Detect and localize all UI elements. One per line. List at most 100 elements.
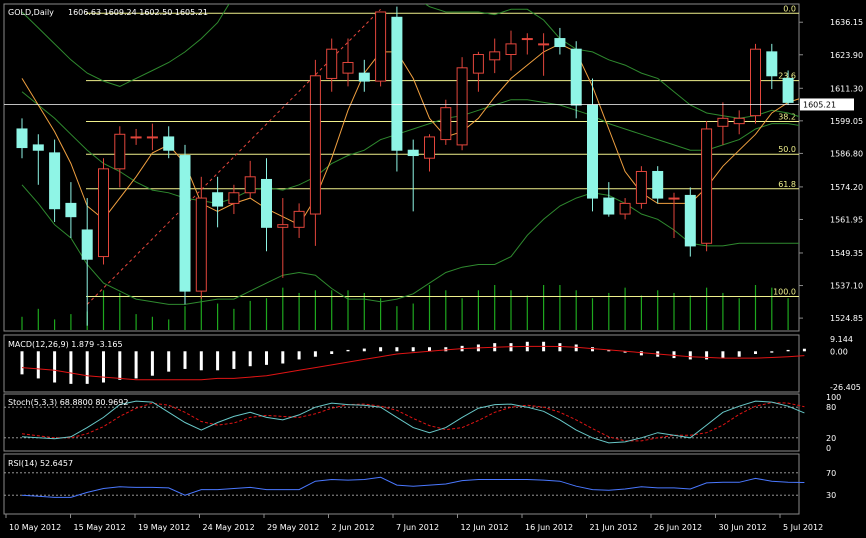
- macd-histogram-bar: [85, 351, 89, 384]
- candle-body: [16, 128, 28, 149]
- candle-body: [668, 197, 680, 200]
- candle-body: [244, 176, 256, 194]
- candle-body: [521, 38, 533, 41]
- candle-body: [326, 48, 338, 79]
- candle-body: [570, 48, 582, 106]
- current-price-label: 1605.21: [803, 100, 836, 109]
- candle-body: [456, 67, 468, 146]
- macd-histogram-bar: [248, 351, 252, 367]
- fib-level-label: 0.0: [783, 4, 796, 13]
- candle-body: [782, 77, 794, 103]
- candle-body: [114, 133, 126, 170]
- candle-body: [424, 136, 435, 159]
- candle-body: [603, 197, 615, 215]
- stoch-tick-label: 0: [826, 444, 831, 453]
- macd-tick-label: 9.144: [830, 335, 853, 344]
- stoch-signal-line: [21, 402, 805, 442]
- candle-body: [293, 210, 305, 228]
- upper-band-line: [21, 4, 799, 119]
- macd-histogram-bar: [428, 347, 431, 352]
- macd-histogram-bar: [362, 348, 366, 352]
- fib-level-label: 38.2: [778, 113, 796, 122]
- macd-pane-frame[interactable]: [3, 334, 800, 393]
- candle-body: [717, 117, 729, 127]
- price-tick-label: 1599.05: [830, 117, 863, 126]
- time-tick-label: 5 Jul 2012: [783, 523, 823, 532]
- price-tick-label: 1636.15: [830, 18, 863, 27]
- candle-body: [652, 170, 664, 199]
- fib-level-label: 100.0: [773, 287, 796, 296]
- candle-body: [49, 152, 61, 210]
- macd-histogram-bar: [134, 351, 138, 379]
- macd-histogram-bar: [216, 351, 220, 371]
- price-tick-label: 1623.90: [830, 51, 863, 60]
- macd-histogram-bar: [444, 347, 448, 352]
- stoch-tick-label: 100: [826, 393, 841, 402]
- macd-histogram-bar: [232, 351, 236, 369]
- macd-histogram-bar: [346, 349, 350, 352]
- macd-histogram-bar: [330, 351, 334, 354]
- macd-histogram-bar: [281, 351, 285, 364]
- price-tick-label: 1586.80: [830, 149, 863, 158]
- time-tick-label: 16 Jun 2012: [525, 523, 573, 532]
- macd-histogram-bar: [199, 351, 203, 371]
- candle-body: [228, 192, 240, 204]
- candle-body: [472, 54, 484, 74]
- macd-histogram-bar: [770, 351, 774, 353]
- macd-histogram-bar: [688, 351, 692, 360]
- volume-bars: [21, 285, 789, 330]
- time-tick-label: 12 Jun 2012: [461, 523, 509, 532]
- rsi-tick-label: 30: [826, 491, 836, 500]
- rsi-line: [21, 476, 805, 498]
- candle-body: [587, 104, 598, 199]
- macd-histogram-bar: [639, 351, 643, 356]
- macd-histogram-bar: [102, 351, 105, 383]
- fib-level-label: 50.0: [778, 145, 796, 154]
- macd-histogram-bar: [379, 347, 383, 352]
- time-axis: 10 May 2012 15 May 2012 19 May 2012 24 May …: [5, 514, 823, 532]
- macd-histogram-bar: [118, 351, 122, 380]
- candle-body: [130, 136, 142, 139]
- candle-body: [212, 192, 224, 207]
- candle-body: [538, 43, 550, 46]
- candle-body: [375, 11, 387, 82]
- candle-body: [733, 117, 745, 125]
- time-tick-label: 26 Jun 2012: [654, 523, 702, 532]
- time-tick-label: 19 May 2012: [138, 523, 190, 532]
- candle-body: [179, 155, 191, 292]
- macd-title: MACD(12,26,9) 1.879 -3.165: [8, 340, 123, 349]
- candle-body: [440, 107, 452, 141]
- candle-body: [146, 136, 158, 139]
- macd-histogram-bar: [558, 343, 562, 352]
- trading-chart[interactable]: 0.023.638.250.061.8100.0 1636.151623.901…: [0, 0, 866, 538]
- stoch-tick-label: 20: [826, 434, 836, 443]
- time-tick-label: 7 Jun 2012: [396, 523, 439, 532]
- candle-body: [750, 48, 761, 117]
- rsi-indicator: 70 30: [4, 469, 836, 500]
- candle-body: [32, 144, 44, 151]
- chart-header-ohlc: 1606.63 1609.24 1602.50 1605.21: [68, 8, 208, 17]
- macd-histogram-bar: [737, 351, 741, 357]
- price-axis: 1636.15 1623.90 1611.30 1599.05 1586.80 1574.…: [4, 18, 863, 323]
- macd-histogram-bar: [395, 347, 399, 352]
- candle-body: [81, 229, 93, 260]
- macd-histogram-bar: [591, 347, 594, 352]
- time-tick-label: 21 Jun 2012: [590, 523, 638, 532]
- candle-body: [342, 61, 354, 74]
- time-tick-label: 29 May 2012: [267, 523, 319, 532]
- macd-histogram-bar: [754, 351, 757, 354]
- macd-histogram-bar: [721, 351, 725, 359]
- price-candles: [16, 6, 799, 326]
- macd-histogram-bar: [672, 351, 676, 359]
- macd-histogram-bar: [786, 349, 790, 352]
- rsi-tick-label: 70: [826, 469, 836, 478]
- candle-body: [684, 194, 696, 247]
- macd-tick-label: -26.405: [830, 383, 861, 392]
- macd-histogram-bar: [313, 351, 317, 357]
- rsi-pane-frame[interactable]: [3, 453, 800, 515]
- candle-body: [309, 75, 321, 215]
- time-tick-label: 30 Jun 2012: [719, 523, 767, 532]
- candle-body: [766, 51, 778, 77]
- candle-body: [261, 178, 272, 228]
- macd-histogram-bar: [802, 348, 806, 352]
